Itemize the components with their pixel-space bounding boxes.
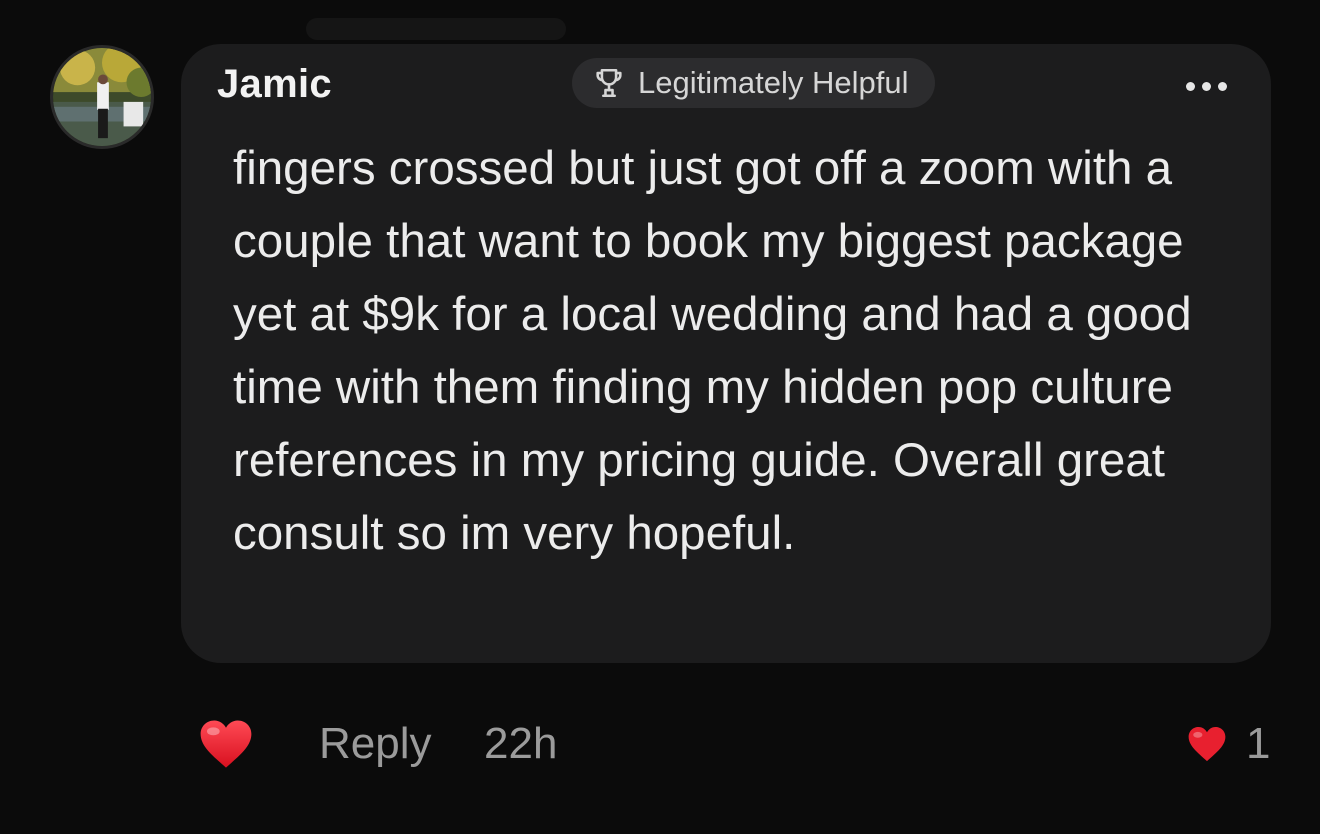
redaction-mark xyxy=(341,72,546,118)
comment-text: fingers crossed but just got off a zoom … xyxy=(233,142,1192,560)
comment-actions: Reply 22h 1 xyxy=(0,705,1320,785)
helpful-badge[interactable]: Legitimately Helpful xyxy=(572,58,935,108)
redaction-mark xyxy=(306,18,566,40)
author-avatar[interactable] xyxy=(50,45,154,149)
reply-button[interactable]: Reply xyxy=(319,719,432,769)
badge-label: Legitimately Helpful xyxy=(638,65,909,100)
heart-icon xyxy=(1188,726,1226,762)
comment-bubble: Jamic Legitimately Helpful fingers cross… xyxy=(181,18,1271,663)
like-heart-icon[interactable] xyxy=(197,715,255,773)
likes-summary[interactable]: 1 xyxy=(1186,719,1270,769)
ellipsis-dot xyxy=(1218,82,1227,91)
timestamp: 22h xyxy=(484,719,558,768)
avatar-photo xyxy=(53,48,151,146)
trophy-icon xyxy=(596,68,622,98)
more-options-icon[interactable] xyxy=(1180,76,1233,97)
ellipsis-dot xyxy=(1202,82,1211,91)
ellipsis-dot xyxy=(1186,82,1195,91)
author-name[interactable]: Jamic xyxy=(217,62,332,107)
like-count: 1 xyxy=(1246,719,1271,768)
